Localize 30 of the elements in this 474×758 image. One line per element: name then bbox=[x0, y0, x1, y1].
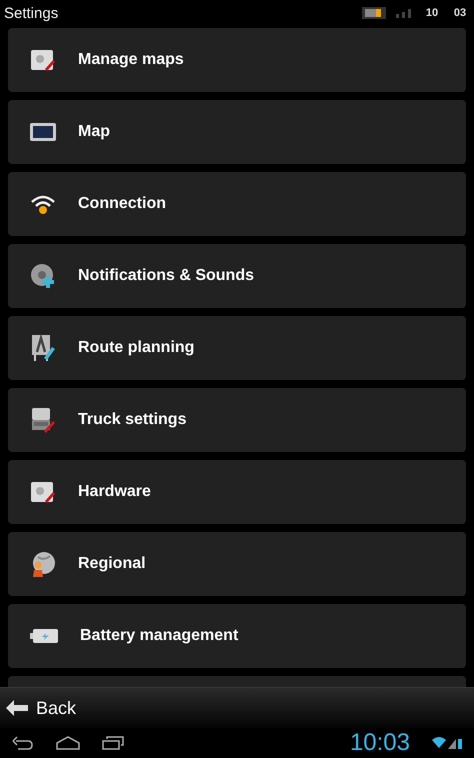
disc-plus-icon bbox=[30, 263, 56, 289]
screen-icon bbox=[30, 122, 56, 142]
settings-item[interactable]: Notifications & Sounds bbox=[8, 244, 466, 308]
battery-status-icon bbox=[362, 7, 386, 19]
signal-icon bbox=[394, 8, 414, 18]
signpost-pen-icon bbox=[30, 334, 56, 362]
wifi-status-icon bbox=[432, 736, 462, 750]
home-icon[interactable] bbox=[56, 736, 80, 750]
settings-item[interactable]: Manage maps bbox=[8, 28, 466, 92]
status-hours: 10 bbox=[424, 7, 440, 19]
battery-icon bbox=[30, 628, 58, 644]
settings-item[interactable]: Connection bbox=[8, 172, 466, 236]
gear-wrench-icon bbox=[30, 480, 56, 504]
back-arrow-icon bbox=[6, 700, 28, 716]
settings-item[interactable]: Regional bbox=[8, 532, 466, 596]
back-button[interactable]: Back bbox=[6, 698, 76, 718]
settings-item[interactable]: Truck settings bbox=[8, 388, 466, 452]
settings-item[interactable]: Map bbox=[8, 100, 466, 164]
screen-title: Settings bbox=[4, 4, 60, 22]
recent-apps-icon[interactable] bbox=[102, 736, 124, 750]
globe-person-icon bbox=[30, 551, 56, 577]
settings-item[interactable]: Hardware bbox=[8, 460, 466, 524]
truck-wrench-icon bbox=[30, 407, 56, 433]
gear-wrench-icon bbox=[30, 48, 56, 72]
status-minutes: 03 bbox=[452, 7, 468, 19]
settings-item[interactable]: Route planning bbox=[8, 316, 466, 380]
back-icon[interactable] bbox=[12, 736, 34, 750]
clock: 10:03 bbox=[350, 729, 410, 757]
wifi-icon bbox=[30, 193, 56, 215]
settings-item[interactable]: Battery management bbox=[8, 604, 466, 668]
